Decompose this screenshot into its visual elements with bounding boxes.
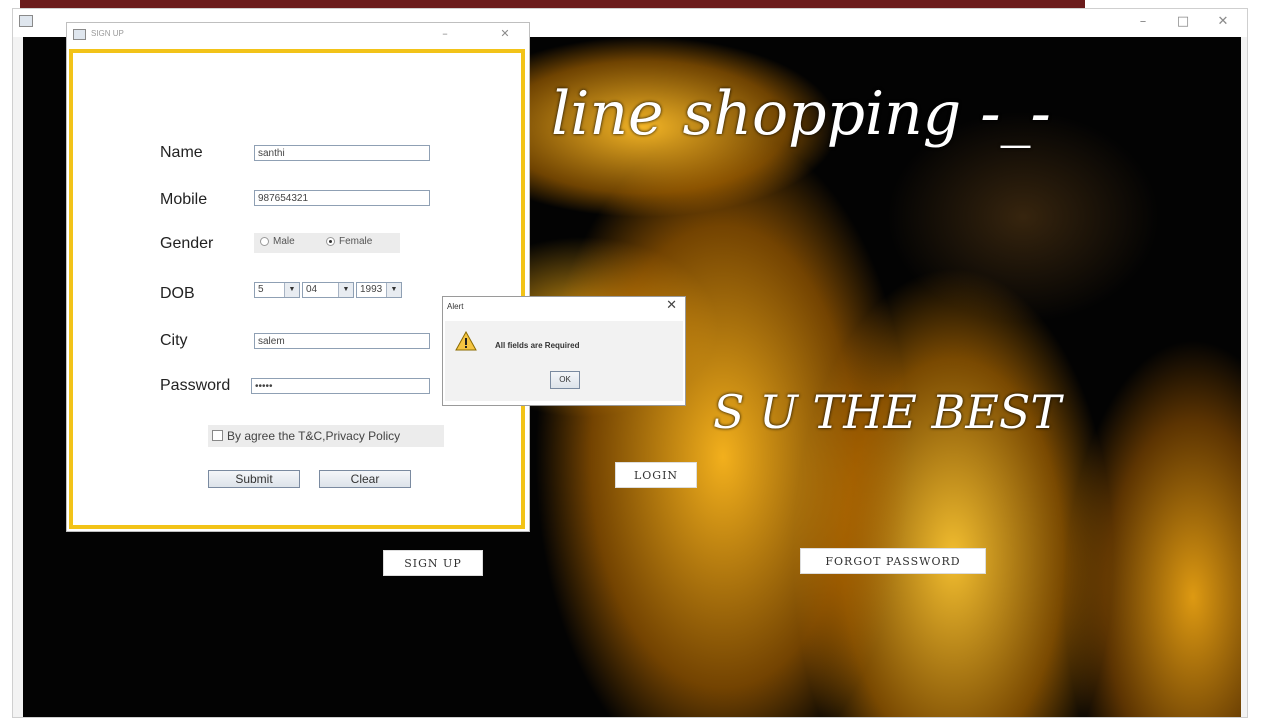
city-label: City (160, 332, 188, 349)
terms-label: By agree the T&C,Privacy Policy (227, 429, 401, 443)
password-field[interactable] (251, 378, 430, 394)
alert-close-button[interactable]: ✕ (666, 298, 677, 313)
alert-title: Alert (447, 302, 464, 311)
mobile-label: Mobile (160, 191, 208, 208)
maximize-button[interactable]: □ (1163, 11, 1203, 33)
dob-month-select[interactable]: 04 ▼ (302, 282, 354, 298)
city-field[interactable] (254, 333, 430, 349)
signup-window: SIGN UP – ✕ Name Mobile Gender Male Fema… (66, 22, 530, 532)
dob-year-select[interactable]: 1993 ▼ (356, 282, 402, 298)
signup-close-button[interactable]: ✕ (485, 23, 525, 45)
signup-button[interactable]: SIGN UP (383, 550, 483, 576)
dob-year-value: 1993 (360, 284, 383, 295)
alert-message: All fields are Required (495, 341, 580, 350)
app-icon (19, 15, 33, 27)
female-radio[interactable] (326, 237, 335, 246)
signup-form: Name Mobile Gender Male Female DOB 5 ▼ 0… (69, 49, 525, 529)
password-label: Password (160, 377, 231, 394)
top-accent-bar (20, 0, 1085, 8)
signup-window-title: SIGN UP (91, 29, 124, 38)
warning-icon (455, 331, 477, 351)
clear-button[interactable]: Clear (319, 470, 411, 488)
chevron-down-icon: ▼ (338, 283, 353, 297)
signup-minimize-button[interactable]: – (425, 23, 465, 45)
dob-day-value: 5 (258, 284, 264, 295)
male-label: Male (273, 236, 295, 247)
dob-month-value: 04 (306, 284, 318, 295)
dob-label: DOB (160, 285, 195, 302)
minimize-button[interactable]: – (1123, 11, 1163, 33)
signup-window-icon (73, 29, 86, 40)
gender-radio-group: Male Female (254, 233, 400, 253)
chevron-down-icon: ▼ (386, 283, 401, 297)
login-button[interactable]: LOGIN (615, 462, 697, 488)
close-button[interactable]: ✕ (1203, 11, 1243, 33)
alert-body: All fields are Required OK (445, 321, 683, 401)
name-label: Name (160, 144, 203, 161)
forgot-password-button[interactable]: FORGOT PASSWORD (800, 548, 986, 574)
chevron-down-icon: ▼ (284, 283, 299, 297)
male-radio[interactable] (260, 237, 269, 246)
ok-button[interactable]: OK (550, 371, 580, 389)
terms-checkbox[interactable] (212, 430, 223, 441)
mobile-field[interactable] (254, 190, 430, 206)
terms-panel: By agree the T&C,Privacy Policy (208, 425, 444, 447)
signup-titlebar: SIGN UP – ✕ (67, 23, 529, 49)
tagline-text: S U THE BEST (713, 385, 1062, 439)
submit-button[interactable]: Submit (208, 470, 300, 488)
gender-label: Gender (160, 235, 214, 252)
female-label: Female (339, 236, 373, 247)
headline-text: line shopping -_- (551, 79, 1051, 149)
dob-day-select[interactable]: 5 ▼ (254, 282, 300, 298)
alert-dialog: Alert ✕ All fields are Required OK (442, 296, 686, 406)
name-field[interactable] (254, 145, 430, 161)
